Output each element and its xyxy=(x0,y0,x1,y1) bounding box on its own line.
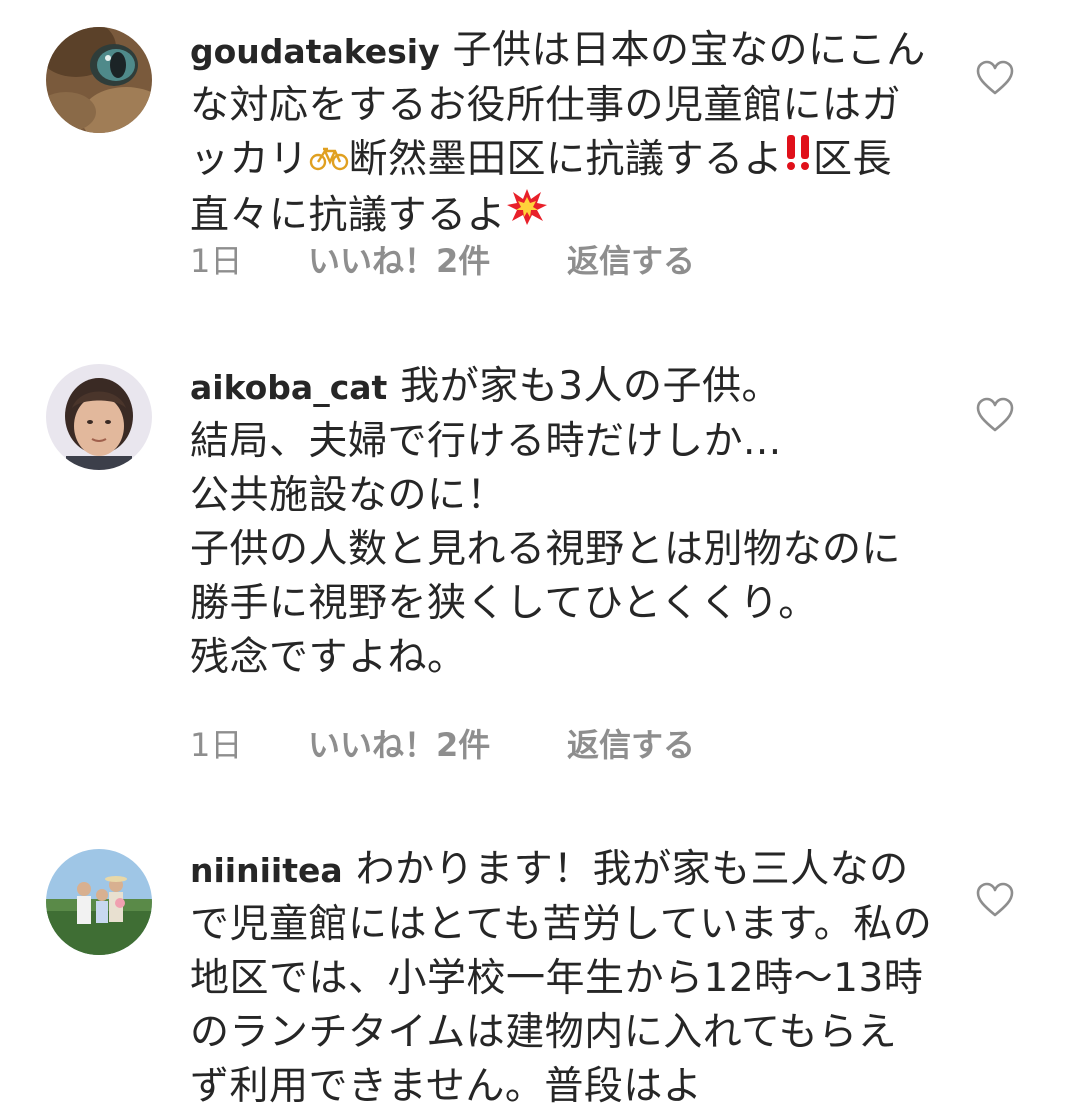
comment-username[interactable]: niiniitea xyxy=(190,851,343,890)
avatar[interactable] xyxy=(46,27,152,133)
comment-text: niiniitea わかります！我が家も三人なので児童館にはとても苦労しています… xyxy=(190,843,935,1114)
comment-item: goudatakesiy 子供は日本の宝なのにこんな対応をするお役所仕事の児童館… xyxy=(0,0,1080,300)
collision-emoji xyxy=(506,187,548,241)
heart-icon[interactable] xyxy=(976,60,1014,96)
comment-text: goudatakesiy 子供は日本の宝なのにこんな対応をするお役所仕事の児童館… xyxy=(190,24,935,244)
reply-button[interactable]: 返信する xyxy=(567,722,695,768)
avatar[interactable] xyxy=(46,849,152,955)
comment-time: 1日 xyxy=(190,242,243,280)
comment-item: aikoba_cat 我が家も3人の子供。 結局、夫婦で行ける時だけしか... … xyxy=(0,340,1080,780)
avatar[interactable] xyxy=(46,364,152,470)
heart-icon[interactable] xyxy=(976,397,1014,433)
bicycle-emoji xyxy=(309,132,349,186)
comment-body: 断然墨田区に抗議するよ xyxy=(348,137,784,182)
family-photo-avatar-image xyxy=(46,849,152,955)
comment-item: niiniitea わかります！我が家も三人なので児童館にはとても苦労しています… xyxy=(0,820,1080,1109)
comment-text: aikoba_cat 我が家も3人の子供。 結局、夫婦で行ける時だけしか... … xyxy=(190,360,935,685)
comment-body: 我が家も3人の子供。 結局、夫婦で行ける時だけしか... 公共施設なのに！ 子供… xyxy=(190,364,902,680)
comment-username[interactable]: aikoba_cat xyxy=(190,368,387,407)
reply-button[interactable]: 返信する xyxy=(567,238,695,284)
cat-eye-avatar-image xyxy=(46,27,152,133)
comment-likes[interactable]: いいね！2件 xyxy=(308,238,490,284)
comment-username[interactable]: goudatakesiy xyxy=(190,32,440,71)
person-avatar-image xyxy=(46,364,152,470)
heart-icon[interactable] xyxy=(976,882,1014,918)
double-exclamation-emoji xyxy=(783,132,813,186)
comment-time: 1日 xyxy=(190,726,243,764)
comment-likes[interactable]: いいね！2件 xyxy=(308,722,490,768)
